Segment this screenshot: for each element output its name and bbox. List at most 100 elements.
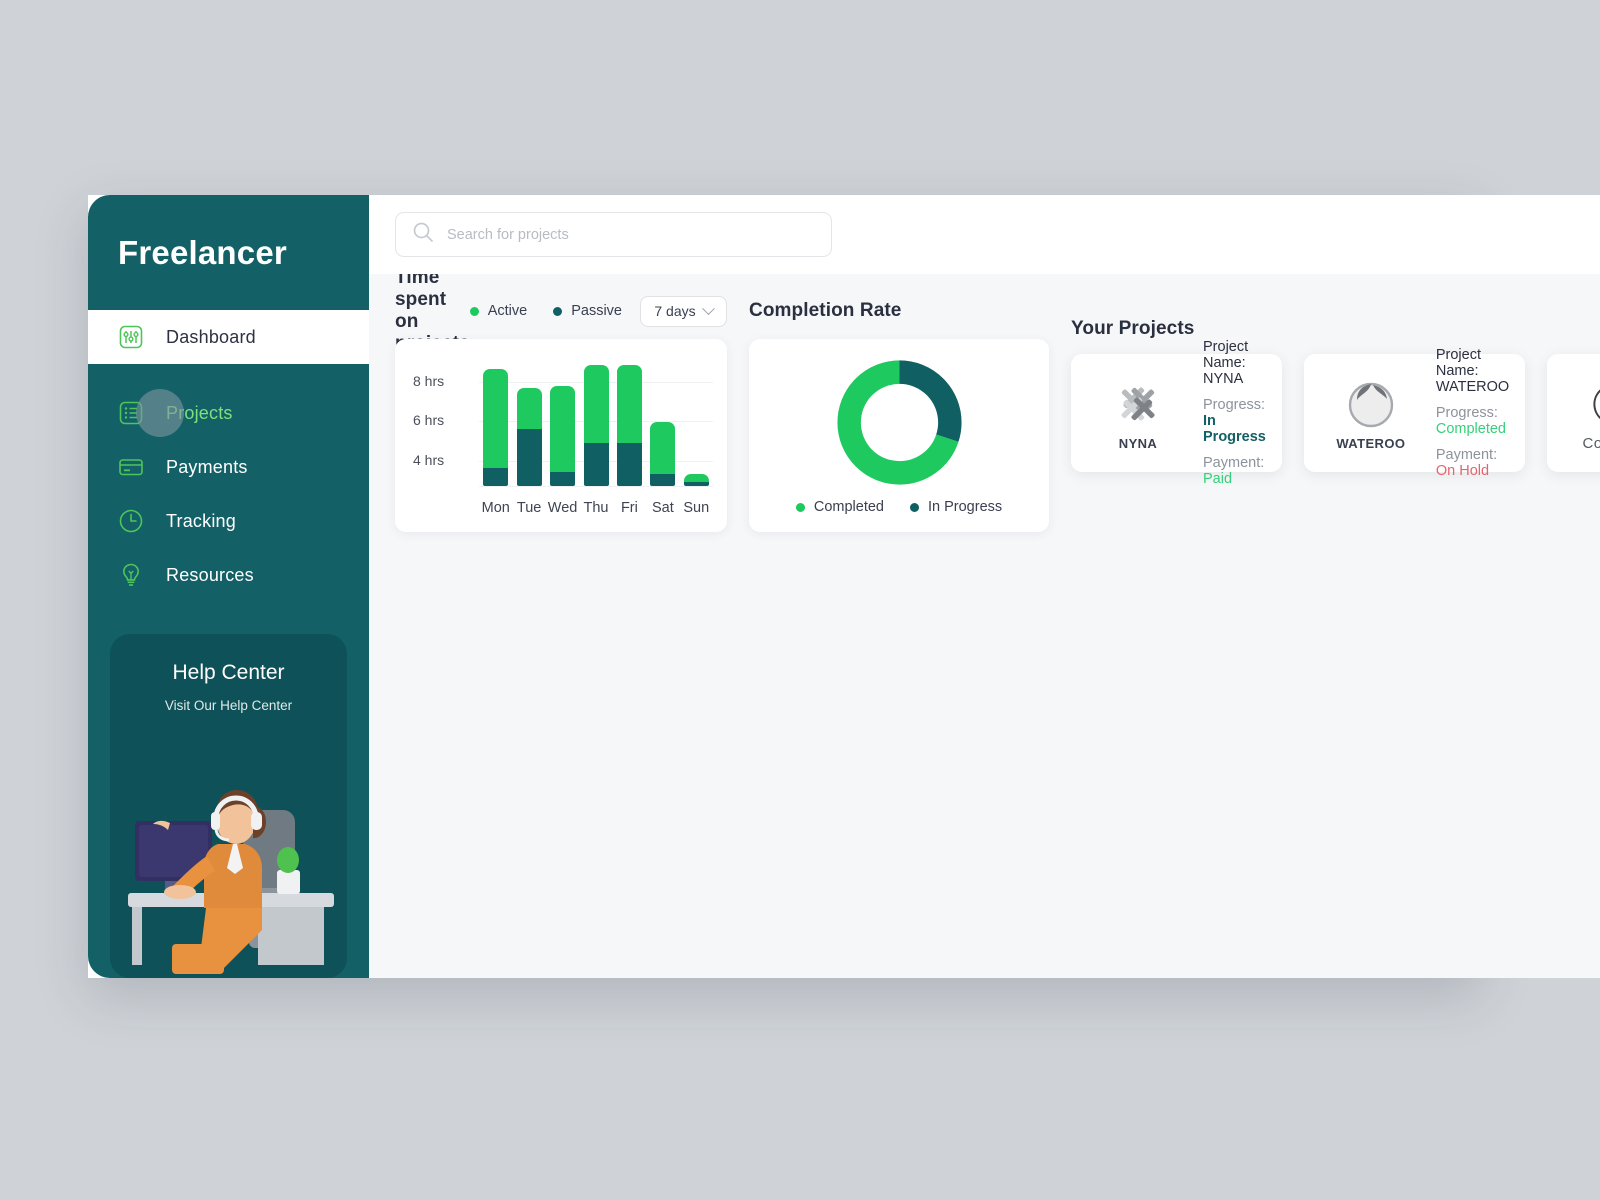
- chart-bar[interactable]: [616, 364, 642, 486]
- help-center-subtitle: Visit Our Help Center: [164, 698, 293, 713]
- search-input[interactable]: [447, 226, 815, 243]
- sidebar-item-tracking[interactable]: Tracking: [88, 494, 369, 548]
- chart-bar-segment-active: [650, 421, 676, 475]
- project-card-nyna[interactable]: NYNA Project Name: NYNA Progress: In Pro…: [1071, 339, 1282, 487]
- chart-bar-segment-passive: [516, 429, 542, 486]
- project-progress-line: Progress: Completed: [1436, 405, 1509, 437]
- chart-bar[interactable]: [650, 421, 676, 486]
- sidebar-item-resources[interactable]: Resources: [88, 548, 369, 602]
- project-payment-label: Payment:: [1435, 447, 1498, 463]
- project-card-wateroo[interactable]: WATEROO Project Name: WATEROO Progress: …: [1303, 347, 1526, 479]
- time-spent-legend: Active Passive: [469, 303, 622, 319]
- chart-bar-segment-passive: [550, 472, 576, 486]
- help-center-title: Help Center: [172, 661, 285, 684]
- project-progress-label: Progress:: [1203, 397, 1266, 413]
- time-spent-panel: Time spent on projects Active Passive: [395, 274, 727, 564]
- chart-bar-segment-active: [550, 386, 576, 473]
- projects-section: Your Projects NYNA Project Name: NYNA Pr…: [1071, 318, 1600, 564]
- compme-chart-logo: Compme: [1571, 375, 1600, 452]
- completion-rate-legend: Completed In Progress: [795, 499, 1003, 515]
- legend-item-active: Active: [469, 303, 527, 319]
- legend-dot-passive: [553, 306, 563, 316]
- search-icon: [412, 221, 434, 248]
- donut-chart: [836, 360, 962, 485]
- chart-bar[interactable]: [516, 388, 542, 486]
- sidebar-item-label: Dashboard: [166, 326, 256, 347]
- legend-dot-in-progress: [909, 502, 919, 512]
- projects-cards: NYNA Project Name: NYNA Progress: In Pro…: [1071, 339, 1600, 487]
- chart-bar-segment-passive: [683, 482, 709, 486]
- projects-title: Your Projects: [1071, 318, 1195, 339]
- project-name-value: NYNA: [1203, 371, 1244, 387]
- mouse-cursor-indicator: [136, 389, 184, 437]
- chart-bar[interactable]: [483, 368, 509, 486]
- content-scroll-area: Time spent on projects Active Passive: [369, 274, 1600, 978]
- chart-bar-segment-active: [683, 474, 709, 483]
- chart-y-tick-label: 8 hrs: [413, 373, 445, 390]
- chart-bar-segment-passive: [650, 474, 676, 486]
- project-logo-name: Compme: [1582, 434, 1600, 452]
- brand-name: Freelancer: [118, 233, 287, 271]
- project-payment-line: Payment: On Hold: [1436, 447, 1509, 479]
- project-name-value: WATEROO: [1435, 379, 1510, 395]
- search-bar[interactable]: [395, 212, 832, 257]
- brand: Freelancer: [88, 195, 369, 310]
- legend-item-in-progress: In Progress: [909, 499, 1003, 515]
- nyna-weave-logo: NYNA: [1095, 376, 1181, 451]
- time-range-value: 7 days: [654, 303, 696, 319]
- chart-bar-segment-active: [516, 388, 542, 430]
- time-range-select[interactable]: 7 days: [640, 295, 727, 327]
- legend-label: Passive: [571, 303, 622, 319]
- chart-y-tick-label: 4 hrs: [413, 451, 445, 468]
- legend-label: In Progress: [927, 499, 1003, 515]
- chart-bar[interactable]: [683, 474, 709, 486]
- project-progress-line: Progress: In Progress: [1203, 397, 1266, 445]
- chevron-down-icon: [701, 301, 715, 315]
- project-progress-value: In Progress: [1203, 413, 1266, 445]
- project-name-line: Project Name: WATEROO: [1436, 347, 1509, 395]
- legend-item-passive: Passive: [553, 303, 622, 319]
- chart-bar-segment-passive: [483, 468, 509, 486]
- lightbulb-icon: [116, 560, 146, 590]
- project-progress-value: Completed: [1435, 421, 1506, 437]
- support-agent-illustration: [128, 790, 334, 974]
- project-payment-value: On Hold: [1435, 463, 1490, 479]
- wateroo-drop-logo: WATEROO: [1328, 376, 1414, 451]
- clock-icon: [116, 506, 146, 536]
- chart-bar[interactable]: [583, 364, 609, 486]
- time-spent-chart-card: 8 hrs 6 hrs 4 hrs Mon Tue Wed Thu Fri Sat Sun: [395, 339, 727, 532]
- credit-card-icon: [116, 452, 146, 482]
- project-name-label: Project Name:: [1203, 339, 1249, 371]
- sidebar-item-dashboard[interactable]: Dashboard: [88, 310, 369, 364]
- main-area: Time spent on projects Active Passive: [369, 195, 1600, 978]
- project-name-line: Project Name: NYNA: [1203, 339, 1266, 387]
- sidebar-item-projects[interactable]: Projects: [88, 386, 369, 440]
- project-logo-name: WATEROO: [1336, 435, 1406, 451]
- chart-x-tick-label: Sun: [683, 500, 710, 516]
- chart-bar-segment-active: [583, 364, 609, 443]
- chart-bar[interactable]: [550, 386, 576, 486]
- time-spent-header: Time spent on projects Active Passive: [395, 274, 727, 354]
- project-progress-label: Progress:: [1435, 405, 1498, 421]
- project-payment-value: Paid: [1203, 471, 1233, 487]
- legend-item-completed: Completed: [795, 499, 884, 515]
- top-bar: [369, 195, 1600, 274]
- project-logo-name: NYNA: [1118, 435, 1158, 451]
- legend-dot-completed: [795, 502, 805, 512]
- project-card-compme[interactable]: Compme Project Name: Compme Progress: Co…: [1547, 354, 1600, 472]
- completion-rate-header: Completion Rate: [749, 296, 1049, 326]
- chart-bar-segment-passive: [583, 443, 609, 486]
- help-center-card[interactable]: Help Center Visit Our Help Center: [110, 634, 347, 978]
- project-payment-line: Payment: Paid: [1203, 455, 1266, 487]
- charts-row: Time spent on projects Active Passive: [395, 274, 1600, 564]
- chart-plot-area: Mon Tue Wed Thu Fri Sat Sun: [479, 355, 713, 532]
- sidebar-item-label: Resources: [166, 564, 254, 585]
- sidebar-item-payments[interactable]: Payments: [88, 440, 369, 494]
- chart-bar-segment-passive: [616, 443, 642, 486]
- chart-baseline: [479, 486, 713, 487]
- legend-dot-active: [469, 306, 479, 316]
- project-payment-label: Payment:: [1203, 455, 1265, 471]
- sidebar-item-label: Tracking: [166, 510, 236, 531]
- sidebar-nav: Dashboard Projects Payments Tracking Res…: [88, 310, 369, 602]
